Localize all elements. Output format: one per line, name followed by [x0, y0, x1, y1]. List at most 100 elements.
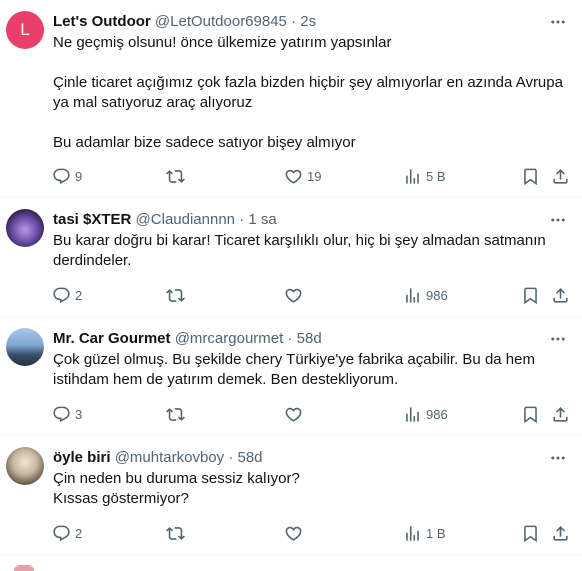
- views-button[interactable]: 986: [403, 402, 448, 426]
- share-button[interactable]: [551, 521, 570, 545]
- bookmark-icon: [521, 286, 540, 305]
- views-count: 986: [426, 406, 448, 422]
- tweet-header: öyle biri @muhtarkovboy · 58d: [53, 448, 542, 468]
- views-chart-icon: [403, 524, 422, 543]
- action-bar: 2 1 B: [48, 521, 570, 545]
- tweet-line: Ne geçmiş olsunu! önce ülkemize yatırım …: [53, 34, 392, 51]
- like-button[interactable]: [284, 402, 307, 426]
- share-button[interactable]: [551, 402, 570, 426]
- like-button[interactable]: [284, 521, 307, 545]
- more-icon[interactable]: [548, 448, 568, 468]
- separator-dot: ·: [228, 449, 234, 466]
- action-bar: 3 986: [48, 402, 570, 426]
- timestamp[interactable]: 58d: [297, 330, 322, 347]
- display-name[interactable]: Let's Outdoor: [53, 13, 151, 30]
- more-icon[interactable]: [548, 210, 568, 230]
- bookmark-button[interactable]: [521, 283, 540, 307]
- tweet[interactable]: tasi $XTER @Claudiannnn · 1 sa Bu karar …: [0, 198, 582, 317]
- retweet-icon: [166, 405, 185, 424]
- reply-button[interactable]: 3: [52, 402, 82, 426]
- reply-count: 2: [75, 287, 83, 303]
- timestamp[interactable]: 58d: [238, 449, 263, 466]
- views-button[interactable]: 986: [403, 283, 448, 307]
- tweet-header: Mr. Car Gourmet @mrcargourmet · 58d: [53, 329, 542, 349]
- tweet-line: Çok güzel olmuş. Bu şekilde chery Türkiy…: [53, 351, 535, 388]
- avatar[interactable]: L: [6, 11, 44, 49]
- reply-icon: [52, 524, 71, 543]
- tweet-line: Bu karar doğru bi karar! Ticaret karşılı…: [53, 232, 546, 269]
- retweet-button[interactable]: [166, 402, 189, 426]
- more-icon[interactable]: [548, 12, 568, 32]
- heart-icon: [284, 286, 303, 305]
- views-chart-icon: [403, 286, 422, 305]
- avatar[interactable]: [6, 328, 44, 366]
- tweet[interactable]: öyle biri @muhtarkovboy · 58d Çin neden …: [0, 436, 582, 555]
- tweet-text: Ne geçmiş olsunu! önce ülkemize yatırım …: [53, 33, 574, 153]
- reply-icon: [52, 167, 71, 186]
- retweet-icon: [166, 524, 185, 543]
- user-handle[interactable]: @LetOutdoor69845: [155, 13, 287, 30]
- views-count: 5 B: [426, 168, 446, 184]
- timestamp[interactable]: 1 sa: [248, 211, 276, 228]
- heart-icon: [284, 524, 303, 543]
- like-button[interactable]: 19: [284, 164, 321, 188]
- reply-icon: [52, 286, 71, 305]
- tweet-line: Çinle ticaret açığımız çok fazla bizden …: [53, 74, 563, 111]
- reply-icon: [52, 405, 71, 424]
- display-name[interactable]: tasi $XTER: [53, 211, 131, 228]
- heart-icon: [284, 405, 303, 424]
- reply-button[interactable]: 2: [52, 521, 82, 545]
- timestamp[interactable]: 2s: [300, 13, 316, 30]
- heart-icon: [284, 167, 303, 186]
- tweet-text: Çin neden bu duruma sessiz kalıyor? Kıss…: [53, 469, 574, 509]
- tweet-text: Bu karar doğru bi karar! Ticaret karşılı…: [53, 231, 574, 271]
- tweet-header: Let's Outdoor @LetOutdoor69845 · 2s: [53, 12, 542, 32]
- reply-button[interactable]: 2: [52, 283, 82, 307]
- tweet-line: Çin neden bu duruma sessiz kalıyor?: [53, 470, 300, 487]
- separator-dot: ·: [239, 211, 245, 228]
- user-handle[interactable]: @Claudiannnn: [136, 211, 235, 228]
- reply-count: 9: [75, 168, 83, 184]
- share-icon: [551, 524, 570, 543]
- tweet-text: Çok güzel olmuş. Bu şekilde chery Türkiy…: [53, 350, 574, 390]
- reply-button[interactable]: 9: [52, 164, 82, 188]
- retweet-icon: [166, 286, 185, 305]
- avatar-letter: L: [20, 20, 30, 39]
- avatar[interactable]: [6, 447, 44, 485]
- retweet-button[interactable]: [166, 521, 189, 545]
- share-button[interactable]: [551, 164, 570, 188]
- avatar[interactable]: [6, 209, 44, 247]
- next-tweet-avatar[interactable]: [14, 565, 34, 571]
- like-button[interactable]: [284, 283, 307, 307]
- bookmark-icon: [521, 167, 540, 186]
- retweet-button[interactable]: [166, 283, 189, 307]
- user-handle[interactable]: @mrcargourmet: [175, 330, 284, 347]
- user-handle[interactable]: @muhtarkovboy: [115, 449, 224, 466]
- views-count: 986: [426, 287, 448, 303]
- separator-dot: ·: [291, 13, 297, 30]
- tweet-header: tasi $XTER @Claudiannnn · 1 sa: [53, 210, 542, 230]
- bookmark-button[interactable]: [521, 164, 540, 188]
- tweet[interactable]: Mr. Car Gourmet @mrcargourmet · 58d Çok …: [0, 317, 582, 436]
- reply-count: 2: [75, 525, 83, 541]
- bookmark-icon: [521, 524, 540, 543]
- display-name[interactable]: öyle biri: [53, 449, 111, 466]
- tweet-line: Kıssas göstermiyor?: [53, 490, 189, 507]
- bookmark-button[interactable]: [521, 402, 540, 426]
- reply-count: 3: [75, 406, 83, 422]
- display-name[interactable]: Mr. Car Gourmet: [53, 330, 171, 347]
- views-button[interactable]: 1 B: [403, 521, 446, 545]
- views-count: 1 B: [426, 525, 446, 541]
- tweet[interactable]: L Let's Outdoor @LetOutdoor69845 · 2s Ne…: [0, 0, 582, 198]
- bookmark-button[interactable]: [521, 521, 540, 545]
- views-chart-icon: [403, 405, 422, 424]
- tweet-line: Bu adamlar bize sadece satıyor bişey alm…: [53, 134, 356, 151]
- views-button[interactable]: 5 B: [403, 164, 446, 188]
- share-icon: [551, 167, 570, 186]
- share-button[interactable]: [551, 283, 570, 307]
- more-icon[interactable]: [548, 329, 568, 349]
- retweet-button[interactable]: [166, 164, 189, 188]
- share-icon: [551, 286, 570, 305]
- bookmark-icon: [521, 405, 540, 424]
- views-chart-icon: [403, 167, 422, 186]
